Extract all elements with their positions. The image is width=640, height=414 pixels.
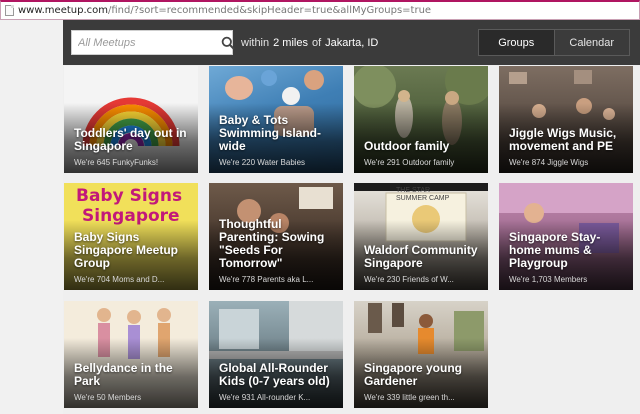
group-members: We're 645 FunkyFunks!: [74, 158, 159, 167]
page-icon: [5, 5, 14, 16]
url-path: /find/?sort=recommended&skipHeader=true&…: [108, 5, 432, 16]
group-members: We're 931 All-rounder K...: [219, 393, 311, 402]
group-members: We're 291 Outdoor family: [364, 158, 455, 167]
group-title[interactable]: Baby Signs Singapore Meetup Group: [74, 231, 192, 270]
search-icon[interactable]: [221, 32, 235, 54]
group-card[interactable]: Baby Signs Singapore Baby Signs Singapor…: [64, 183, 198, 290]
group-members: We're 50 Members: [74, 393, 142, 402]
group-title[interactable]: Waldorf Community Singapore: [364, 244, 482, 270]
baby-signs-text: Baby Signs: [76, 186, 183, 206]
group-card[interactable]: Global All-Rounder Kids (0-7 years old) …: [209, 301, 343, 408]
group-members: We're 704 Moms and D...: [74, 275, 165, 284]
group-members: We're 230 Friends of W...: [364, 275, 454, 284]
group-title[interactable]: Jiggle Wigs Music, movement and PE: [509, 127, 627, 153]
calendar-tab[interactable]: Calendar: [555, 30, 630, 55]
search-input[interactable]: [72, 31, 221, 54]
group-members: We're 778 Parents aka L...: [219, 275, 314, 284]
group-title[interactable]: Singapore Stay-home mums & Playgroup: [509, 231, 627, 270]
group-title[interactable]: Toddlers' day out in Singapore: [74, 127, 192, 153]
group-title[interactable]: Bellydance in the Park: [74, 362, 192, 388]
group-title[interactable]: Global All-Rounder Kids (0-7 years old): [219, 362, 337, 388]
view-toggle: Groups Calendar: [478, 29, 630, 56]
group-card[interactable]: Jiggle Wigs Music, movement and PE We're…: [499, 66, 633, 173]
group-members: We're 220 Water Babies: [219, 158, 306, 167]
search-box[interactable]: [71, 30, 235, 55]
url-host: www.meetup.com: [18, 5, 108, 16]
of-label: of: [311, 36, 322, 49]
group-title[interactable]: Baby & Tots Swimming Island-wide: [219, 114, 337, 153]
group-card[interactable]: Baby & Tots Swimming Island-wide We're 2…: [209, 66, 343, 173]
radius-select[interactable]: 2 miles: [273, 37, 308, 49]
left-gutter: [0, 20, 63, 414]
group-card[interactable]: Bellydance in the Park We're 50 Members: [64, 301, 198, 408]
camp-poster-text: THE STAR SUMMER CAMP: [396, 187, 450, 202]
group-card[interactable]: Singapore young Gardener We're 339 littl…: [354, 301, 488, 408]
group-card[interactable]: Thoughtful Parenting: Sowing "Seeds For …: [209, 183, 343, 290]
group-title[interactable]: Outdoor family: [364, 140, 482, 153]
location-filter: within 2 miles of Jakarta, ID: [241, 30, 378, 55]
group-title[interactable]: Singapore young Gardener: [364, 362, 482, 388]
location-select[interactable]: Jakarta, ID: [325, 37, 378, 49]
address-bar[interactable]: www.meetup.com/find/?sort=recommended&sk…: [0, 0, 640, 20]
search-toolbar: within 2 miles of Jakarta, ID Groups Cal…: [63, 20, 640, 65]
group-members: We're 874 Jiggle Wigs: [509, 158, 589, 167]
within-label: within: [241, 36, 270, 49]
group-card[interactable]: Singapore Stay-home mums & Playgroup We'…: [499, 183, 633, 290]
group-members: We're 1,703 Members: [509, 275, 588, 284]
group-card[interactable]: Toddlers' day out in Singapore We're 645…: [64, 66, 198, 173]
group-card[interactable]: Outdoor family We're 291 Outdoor family: [354, 66, 488, 173]
group-card[interactable]: THE STAR SUMMER CAMP Waldorf Community S…: [354, 183, 488, 290]
group-members: We're 339 little green th...: [364, 393, 455, 402]
group-title[interactable]: Thoughtful Parenting: Sowing "Seeds For …: [219, 218, 337, 270]
groups-tab[interactable]: Groups: [479, 30, 555, 55]
